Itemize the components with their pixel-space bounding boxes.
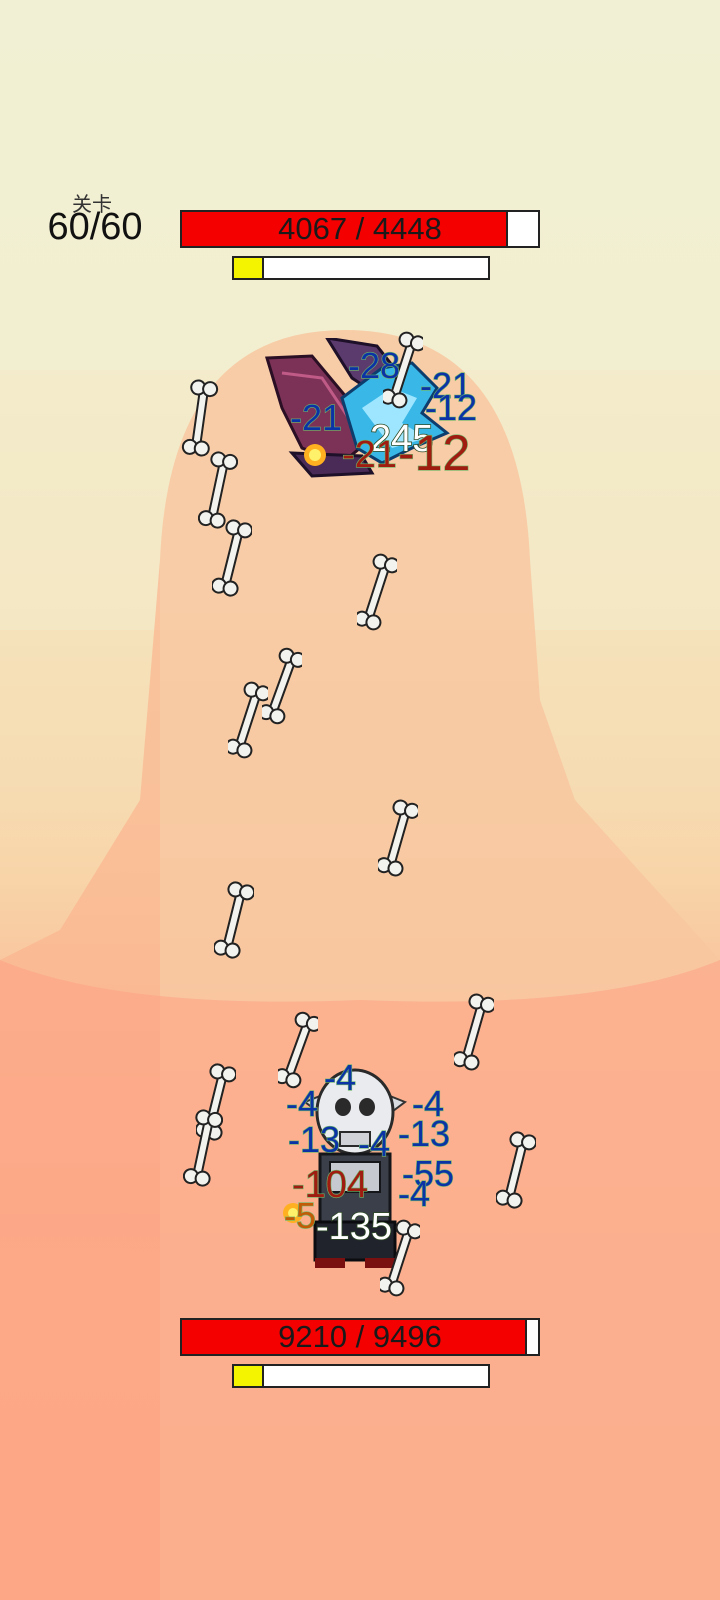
enemy-energy-fill [234, 258, 265, 278]
player-hp-text: 9210 / 9496 [278, 1319, 442, 1354]
bone-projectile-icon [228, 681, 268, 759]
bone-projectile-icon [214, 881, 254, 959]
bone-projectile-icon [378, 799, 418, 877]
player-hp-bar: 9210 / 9496 [180, 1318, 540, 1356]
damage-number: -12 [397, 425, 471, 481]
fire-spark-icon [304, 444, 326, 466]
bone-projectile-icon [181, 379, 219, 457]
bone-projectile-icon [278, 1011, 318, 1089]
damage-number: -13 [287, 1119, 341, 1160]
damage-number: -21 [341, 434, 397, 476]
damage-number: -13 [397, 1113, 451, 1154]
damage-number: -4 [397, 1173, 431, 1214]
game-scene: 关卡 60/60 4067 / 4448 -28 -21 -21 -12 245… [0, 0, 720, 1600]
player-energy-fill [234, 1366, 265, 1386]
damage-number: -5 [283, 1195, 317, 1236]
damage-number: -28 [347, 345, 401, 386]
level-value: 60/60 [47, 206, 143, 248]
bone-projectile-icon [212, 519, 252, 597]
player-energy-bar [232, 1364, 490, 1388]
enemy-hp-bar: 4067 / 4448 [180, 210, 540, 248]
bone-projectile-icon [262, 647, 302, 725]
enemy-hp-text: 4067 / 4448 [278, 211, 442, 246]
bone-projectile-icon [454, 993, 494, 1071]
damage-number: -4 [285, 1083, 319, 1124]
enemy-energy-bar [232, 256, 490, 280]
damage-number: -21 [289, 397, 343, 438]
damage-number: -4 [357, 1123, 391, 1164]
bone-projectile-icon [496, 1131, 536, 1209]
damage-number: -4 [323, 1057, 357, 1098]
bone-projectile-icon [357, 553, 397, 631]
bone-projectile-icon [183, 1109, 223, 1187]
damage-number: -135 [315, 1206, 393, 1248]
